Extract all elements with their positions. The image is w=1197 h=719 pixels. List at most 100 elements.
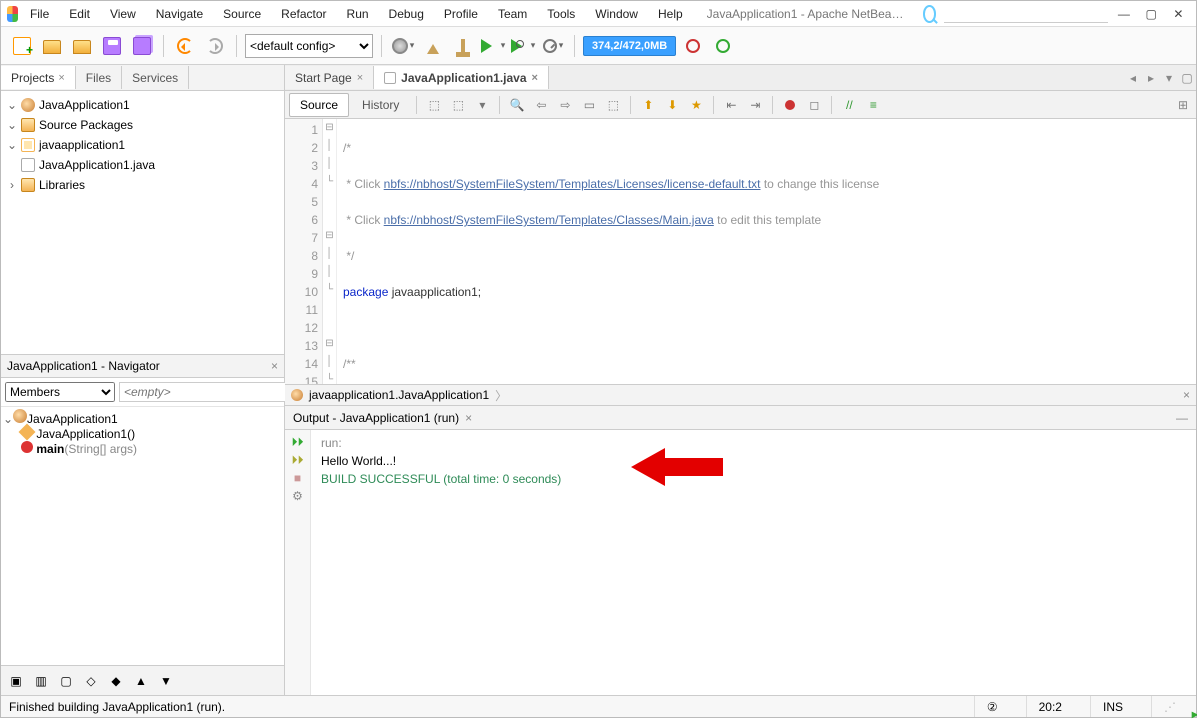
clean-build-button[interactable] bbox=[450, 33, 476, 59]
nav-class-node[interactable]: JavaApplication1 bbox=[27, 412, 118, 426]
nav-constructor-node[interactable]: JavaApplication1() bbox=[36, 427, 135, 441]
nav-filter-7[interactable]: ▼ bbox=[155, 670, 177, 692]
window-minimize-button[interactable]: — bbox=[1112, 3, 1135, 25]
toggle-highlight-button[interactable]: ▭ bbox=[578, 94, 600, 116]
undo-button[interactable] bbox=[172, 33, 198, 59]
nav-filter-3[interactable]: ▢ bbox=[55, 670, 77, 692]
source-mode-button[interactable]: Source bbox=[289, 93, 349, 117]
history-mode-button[interactable]: History bbox=[351, 93, 410, 117]
gc-button-2[interactable] bbox=[710, 33, 736, 59]
rerun-debug-button[interactable]: ⏵⏵ bbox=[290, 452, 306, 468]
nav-back-button[interactable]: ⬚ bbox=[423, 94, 445, 116]
tab-scroll-left-button[interactable]: ◂ bbox=[1124, 69, 1142, 87]
menu-team[interactable]: Team bbox=[490, 3, 535, 25]
new-file-button[interactable] bbox=[9, 33, 35, 59]
editor-split-button[interactable]: ⊞ bbox=[1174, 98, 1192, 112]
libraries-node[interactable]: Libraries bbox=[39, 178, 85, 192]
menu-file[interactable]: File bbox=[22, 3, 57, 25]
redo-button[interactable] bbox=[202, 33, 228, 59]
close-icon[interactable]: × bbox=[532, 72, 538, 84]
tab-maximize-button[interactable]: ▢ bbox=[1178, 69, 1196, 87]
menu-window[interactable]: Window bbox=[587, 3, 646, 25]
next-bookmark-button[interactable]: ⬇ bbox=[661, 94, 683, 116]
menu-source[interactable]: Source bbox=[215, 3, 269, 25]
twisty-icon[interactable]: ⌄ bbox=[7, 118, 17, 132]
open-project-button[interactable] bbox=[69, 33, 95, 59]
shift-left-button[interactable]: ⇤ bbox=[720, 94, 742, 116]
navigator-filter-input[interactable] bbox=[119, 382, 286, 402]
build-button[interactable] bbox=[420, 33, 446, 59]
navigator-view-select[interactable]: Members bbox=[5, 382, 115, 402]
window-maximize-button[interactable]: ▢ bbox=[1140, 3, 1163, 25]
close-icon[interactable]: × bbox=[1183, 388, 1190, 402]
menu-view[interactable]: View bbox=[102, 3, 144, 25]
stop-macro-button[interactable]: ◻ bbox=[803, 94, 825, 116]
search-icon[interactable] bbox=[923, 5, 937, 23]
menu-help[interactable]: Help bbox=[650, 3, 691, 25]
nav-fwd-button[interactable]: ⬚ bbox=[447, 94, 469, 116]
shift-right-button[interactable]: ⇥ bbox=[744, 94, 766, 116]
tab-projects[interactable]: Projects× bbox=[1, 66, 76, 89]
menu-tools[interactable]: Tools bbox=[539, 3, 583, 25]
memory-usage-badge[interactable]: 374,2/472,0MB bbox=[583, 36, 676, 56]
output-console[interactable]: run: Hello World...! BUILD SUCCESSFUL (t… bbox=[311, 430, 1196, 695]
tab-start-page[interactable]: Start Page× bbox=[285, 66, 374, 89]
new-project-button[interactable] bbox=[39, 33, 65, 59]
close-icon[interactable]: × bbox=[271, 359, 278, 373]
tab-scroll-right-button[interactable]: ▸ bbox=[1142, 69, 1160, 87]
find-next-button[interactable]: ⇨ bbox=[554, 94, 576, 116]
source-packages-node[interactable]: Source Packages bbox=[39, 118, 133, 132]
close-icon[interactable]: × bbox=[465, 411, 472, 425]
breadcrumb-path[interactable]: javaapplication1.JavaApplication1 bbox=[309, 388, 489, 402]
project-node[interactable]: JavaApplication1 bbox=[39, 98, 130, 112]
uncomment-button[interactable]: ≡ bbox=[862, 94, 884, 116]
menu-navigate[interactable]: Navigate bbox=[148, 3, 211, 25]
debug-button[interactable]: ▾ bbox=[510, 33, 536, 59]
java-file-node[interactable]: JavaApplication1.java bbox=[39, 158, 155, 172]
find-prev-button[interactable]: ⇦ bbox=[530, 94, 552, 116]
tab-services[interactable]: Services bbox=[122, 66, 189, 89]
global-search-input[interactable] bbox=[944, 5, 1108, 23]
find-selection-button[interactable]: 🔍 bbox=[506, 94, 528, 116]
toggle-bookmark-button[interactable]: ★ bbox=[685, 94, 707, 116]
nav-filter-4[interactable]: ◇ bbox=[80, 670, 102, 692]
close-icon[interactable]: × bbox=[58, 72, 64, 84]
window-close-button[interactable]: ✕ bbox=[1167, 3, 1190, 25]
run-button[interactable]: ▾ bbox=[480, 33, 506, 59]
menu-refactor[interactable]: Refactor bbox=[273, 3, 334, 25]
nav-filter-5[interactable]: ◆ bbox=[105, 670, 127, 692]
tab-java-file[interactable]: JavaApplication1.java× bbox=[374, 66, 549, 89]
status-notifications[interactable]: ② bbox=[974, 696, 1010, 717]
save-button[interactable] bbox=[99, 33, 125, 59]
browser-button[interactable]: ▾ bbox=[390, 33, 416, 59]
close-icon[interactable]: × bbox=[357, 72, 363, 84]
prev-bookmark-button[interactable]: ⬆ bbox=[637, 94, 659, 116]
twisty-icon[interactable]: ⌄ bbox=[7, 98, 17, 112]
output-settings-button[interactable]: ⚙ bbox=[290, 488, 306, 504]
save-all-button[interactable] bbox=[129, 33, 155, 59]
twisty-icon[interactable]: › bbox=[7, 178, 17, 192]
nav-filter-6[interactable]: ▲ bbox=[130, 670, 152, 692]
run-config-select[interactable]: <default config> bbox=[245, 34, 373, 58]
navigator-tree[interactable]: ⌄JavaApplication1 JavaApplication1() mai… bbox=[1, 407, 284, 666]
start-macro-button[interactable] bbox=[779, 94, 801, 116]
menu-debug[interactable]: Debug bbox=[381, 3, 432, 25]
stop-button[interactable]: ■ bbox=[290, 470, 306, 486]
menu-profile[interactable]: Profile bbox=[436, 3, 486, 25]
profile-button[interactable]: ▾ bbox=[540, 33, 566, 59]
toggle-rect-button[interactable]: ⬚ bbox=[602, 94, 624, 116]
nav-filter-2[interactable]: ▥ bbox=[30, 670, 52, 692]
nav-filter-1[interactable]: ▣ bbox=[5, 670, 27, 692]
nav-method-node[interactable]: main(String[] args) bbox=[36, 442, 137, 456]
rerun-button[interactable]: ⏵⏵ bbox=[290, 434, 306, 450]
twisty-icon[interactable]: ⌄ bbox=[7, 138, 17, 152]
status-insert-mode[interactable]: INS bbox=[1090, 696, 1135, 717]
comment-button[interactable]: // bbox=[838, 94, 860, 116]
package-node[interactable]: javaapplication1 bbox=[39, 138, 125, 152]
tab-files[interactable]: Files bbox=[76, 66, 122, 89]
code-content[interactable]: /* * Click nbfs://nbhost/SystemFileSyste… bbox=[337, 119, 1196, 384]
minimize-icon[interactable]: — bbox=[1176, 411, 1188, 425]
menu-run[interactable]: Run bbox=[339, 3, 377, 25]
project-tree[interactable]: ⌄ JavaApplication1 ⌄ Source Packages ⌄ java… bbox=[1, 91, 284, 354]
fold-gutter[interactable]: ⊟││└⊟││└ ⊟│└⊟│└ bbox=[323, 119, 337, 384]
